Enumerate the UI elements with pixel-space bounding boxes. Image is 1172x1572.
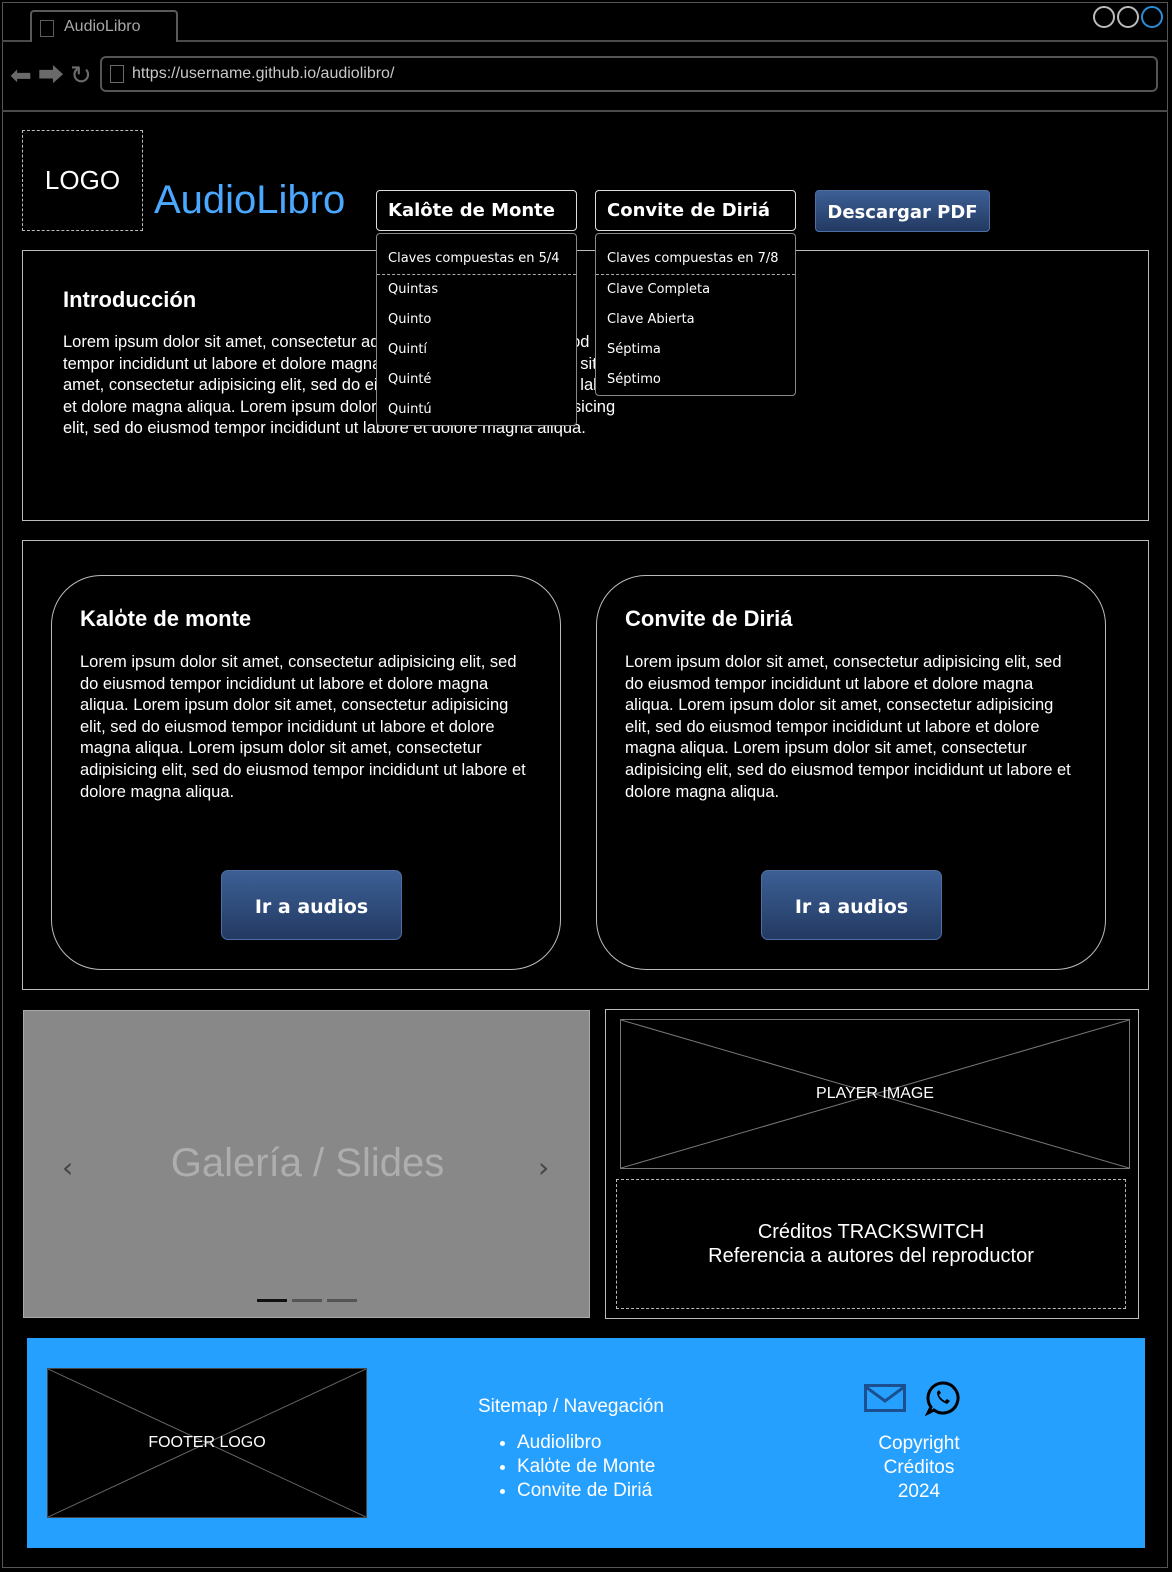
whatsapp-icon[interactable] xyxy=(925,1380,961,1416)
tab-title: AudioLibro xyxy=(64,18,141,35)
go-to-audios-button[interactable]: Ir a audios xyxy=(221,870,402,940)
window-minimize-button[interactable] xyxy=(1093,6,1115,28)
sitemap-link[interactable]: Kalo̍te de Monte xyxy=(517,1455,655,1479)
credits-text: Créditos xyxy=(883,1457,955,1478)
back-arrow-icon[interactable]: ⬅ xyxy=(10,60,32,90)
logo-placeholder[interactable]: LOGO xyxy=(22,130,143,231)
go-to-audios-button[interactable]: Ir a audios xyxy=(761,870,942,940)
menu-item[interactable]: Séptimo xyxy=(596,365,795,395)
window-maximize-button[interactable] xyxy=(1117,6,1139,28)
card-text: Lorem ipsum dolor sit amet, consectetur … xyxy=(625,653,1071,801)
dropdown-menu-kalote: Claves compuestas en 5/4 Quintas Quinto … xyxy=(376,233,577,426)
player-image-label: PLAYER IMAGE xyxy=(816,1085,934,1102)
menu-item[interactable]: Quinto xyxy=(377,305,576,335)
intro-title: Introducción xyxy=(63,287,197,312)
url-text[interactable]: https://username.github.io/audiolibro/ xyxy=(132,65,394,83)
menu-item[interactable]: Clave Completa xyxy=(596,275,795,305)
browser-tab[interactable]: AudioLibro xyxy=(30,10,178,42)
credits-line: Créditos TRACKSWITCH xyxy=(757,1221,985,1243)
player-panel: PLAYER IMAGE Créditos TRACKSWITCH Refere… xyxy=(605,1009,1139,1319)
window-close-button[interactable] xyxy=(1141,6,1163,28)
card-text: Lorem ipsum dolor sit amet, consectetur … xyxy=(80,653,526,801)
footer-logo-placeholder: FOOTER LOGO xyxy=(47,1368,367,1518)
logo-label: LOGO xyxy=(44,165,121,195)
sitemap-link[interactable]: Convite de Diriá xyxy=(517,1479,655,1503)
mail-icon[interactable] xyxy=(864,1384,906,1412)
sitemap-title: Sitemap / Navegación xyxy=(478,1396,664,1417)
menu-item[interactable]: Quintí xyxy=(377,335,576,365)
menu-item[interactable]: Quintas xyxy=(377,275,576,305)
card-title: Kalo̍te de monte xyxy=(80,606,252,631)
menu-item[interactable]: Claves compuestas en 5/4 xyxy=(377,234,576,275)
footer: FOOTER LOGO Sitemap / Navegación Audioli… xyxy=(27,1338,1145,1548)
dropdown-menu-convite: Claves compuestas en 7/8 Clave Completa … xyxy=(595,233,796,396)
menu-item[interactable]: Quinté xyxy=(377,365,576,395)
sitemap-link[interactable]: Audiolibro xyxy=(517,1431,655,1455)
footer-credits: Copyright Créditos 2024 xyxy=(857,1432,981,1504)
address-bar[interactable]: https://username.github.io/audiolibro/ xyxy=(100,56,1158,92)
prev-slide-icon[interactable]: ‹ xyxy=(62,1151,73,1184)
card-kalote-de-monte: Kalo̍te de monte Lorem ipsum dolor sit a… xyxy=(51,575,561,970)
gallery-title: Galería / Slides xyxy=(170,1141,445,1185)
menu-item[interactable]: Séptima xyxy=(596,335,795,365)
toolbar-divider xyxy=(2,110,1168,112)
dropdown-kalote-de-monte[interactable]: Kalôte de Monte xyxy=(376,190,577,231)
credits-line: Referencia a autores del reproductor xyxy=(708,1245,1034,1267)
page-icon xyxy=(110,65,124,83)
download-pdf-button[interactable]: Descargar PDF xyxy=(815,190,990,232)
reload-icon[interactable]: ↻ xyxy=(70,60,92,90)
card-convite-de-diria: Convite de Diriá Lorem ipsum dolor sit a… xyxy=(596,575,1106,970)
copyright-text: Copyright xyxy=(878,1433,960,1454)
page-icon xyxy=(40,20,54,37)
slide-indicator[interactable] xyxy=(327,1299,357,1302)
site-title[interactable]: AudioLibro xyxy=(154,178,345,223)
gallery-slider[interactable]: Galería / Slides ‹ › xyxy=(23,1010,590,1318)
card-title: Convite de Diriá xyxy=(625,606,793,631)
slide-indicator[interactable] xyxy=(292,1299,322,1302)
forward-arrow-icon[interactable]: ⮕ xyxy=(38,60,64,90)
menu-item[interactable]: Clave Abierta xyxy=(596,305,795,335)
menu-item[interactable]: Claves compuestas en 7/8 xyxy=(596,234,795,275)
year-text: 2024 xyxy=(897,1481,941,1502)
player-image-placeholder: PLAYER IMAGE xyxy=(620,1019,1130,1169)
sitemap-list: Audiolibro Kalo̍te de Monte Convite de D… xyxy=(497,1431,655,1503)
slide-indicator[interactable] xyxy=(257,1299,287,1302)
menu-item[interactable]: Quintú xyxy=(377,395,576,425)
footer-logo-label: FOOTER LOGO xyxy=(148,1434,266,1451)
dropdown-convite-de-diria[interactable]: Convite de Diriá xyxy=(595,190,796,231)
intro-section: Introducción Lorem ipsum dolor sit amet,… xyxy=(22,250,1149,521)
player-credits: Créditos TRACKSWITCH Referencia a autore… xyxy=(616,1179,1126,1309)
next-slide-icon[interactable]: › xyxy=(538,1151,549,1184)
